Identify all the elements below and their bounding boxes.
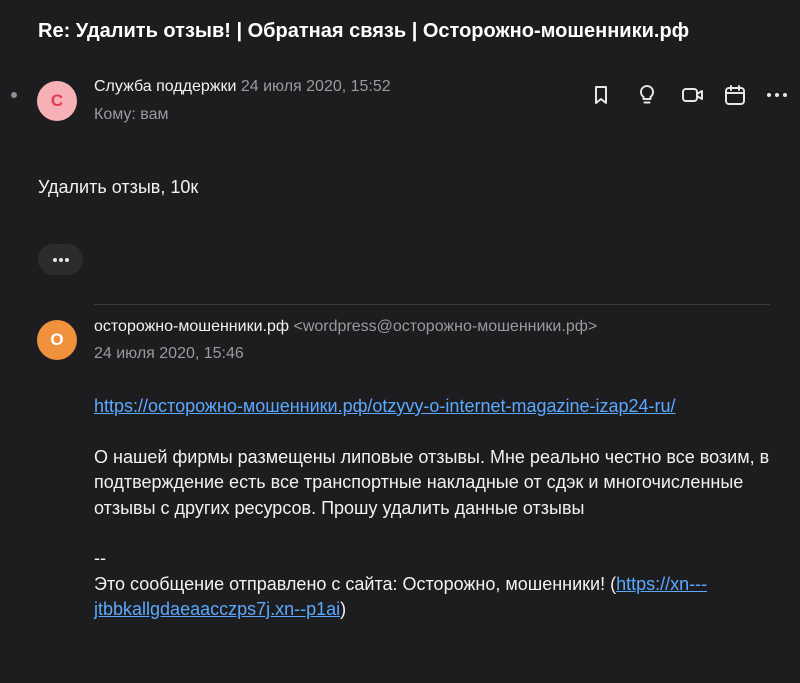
quoted-paragraph: О нашей фирмы размещены липовые отзывы. …: [94, 446, 770, 518]
calendar-icon[interactable]: [722, 82, 748, 108]
quoted-sender-name[interactable]: осторожно-мошенники.рф: [94, 318, 289, 335]
footer-text: Это сообщение отправлено с сайта: Осторо…: [94, 573, 617, 594]
email-subject: Re: Удалить отзыв! | Обратная связь | Ос…: [38, 20, 690, 42]
quoted-body: https://осторожно-мошенники.рф/otzyvy-o-…: [94, 394, 784, 623]
more-icon[interactable]: [764, 82, 790, 108]
unread-indicator: [11, 92, 17, 98]
quoted-date: 24 июля 2020, 15:46: [94, 345, 244, 362]
footer-close: ): [340, 599, 347, 619]
avatar: О: [37, 320, 77, 360]
message-date: 24 июля 2020, 15:52: [240, 78, 391, 95]
bookmark-icon[interactable]: [588, 82, 614, 108]
review-link[interactable]: https://осторожно-мошенники.рф/otzyvy-o-…: [94, 396, 676, 416]
show-quoted-button[interactable]: [38, 244, 83, 275]
sender-name[interactable]: Служба поддержки: [94, 78, 236, 95]
quote-divider: [94, 304, 770, 305]
sender-line: Служба поддержки 24 июля 2020, 15:52: [94, 78, 391, 96]
quoted-sender-line: осторожно-мошенники.рф <wordpress@осторо…: [94, 318, 597, 336]
message-toolbar: [588, 82, 793, 108]
avatar: С: [37, 81, 77, 121]
footer-line: Это сообщение отправлено с сайта: Осторо…: [94, 572, 784, 623]
signature-separator: --: [94, 548, 106, 568]
recipient-line: Кому: вам: [94, 106, 169, 123]
lightbulb-icon[interactable]: [634, 82, 660, 108]
quoted-sender-email: <wordpress@осторожно-мошенники.рф>: [293, 318, 598, 335]
video-call-icon[interactable]: [680, 82, 706, 108]
ellipsis-icon: [52, 257, 69, 262]
message-body: Удалить отзыв, 10к: [38, 177, 199, 197]
